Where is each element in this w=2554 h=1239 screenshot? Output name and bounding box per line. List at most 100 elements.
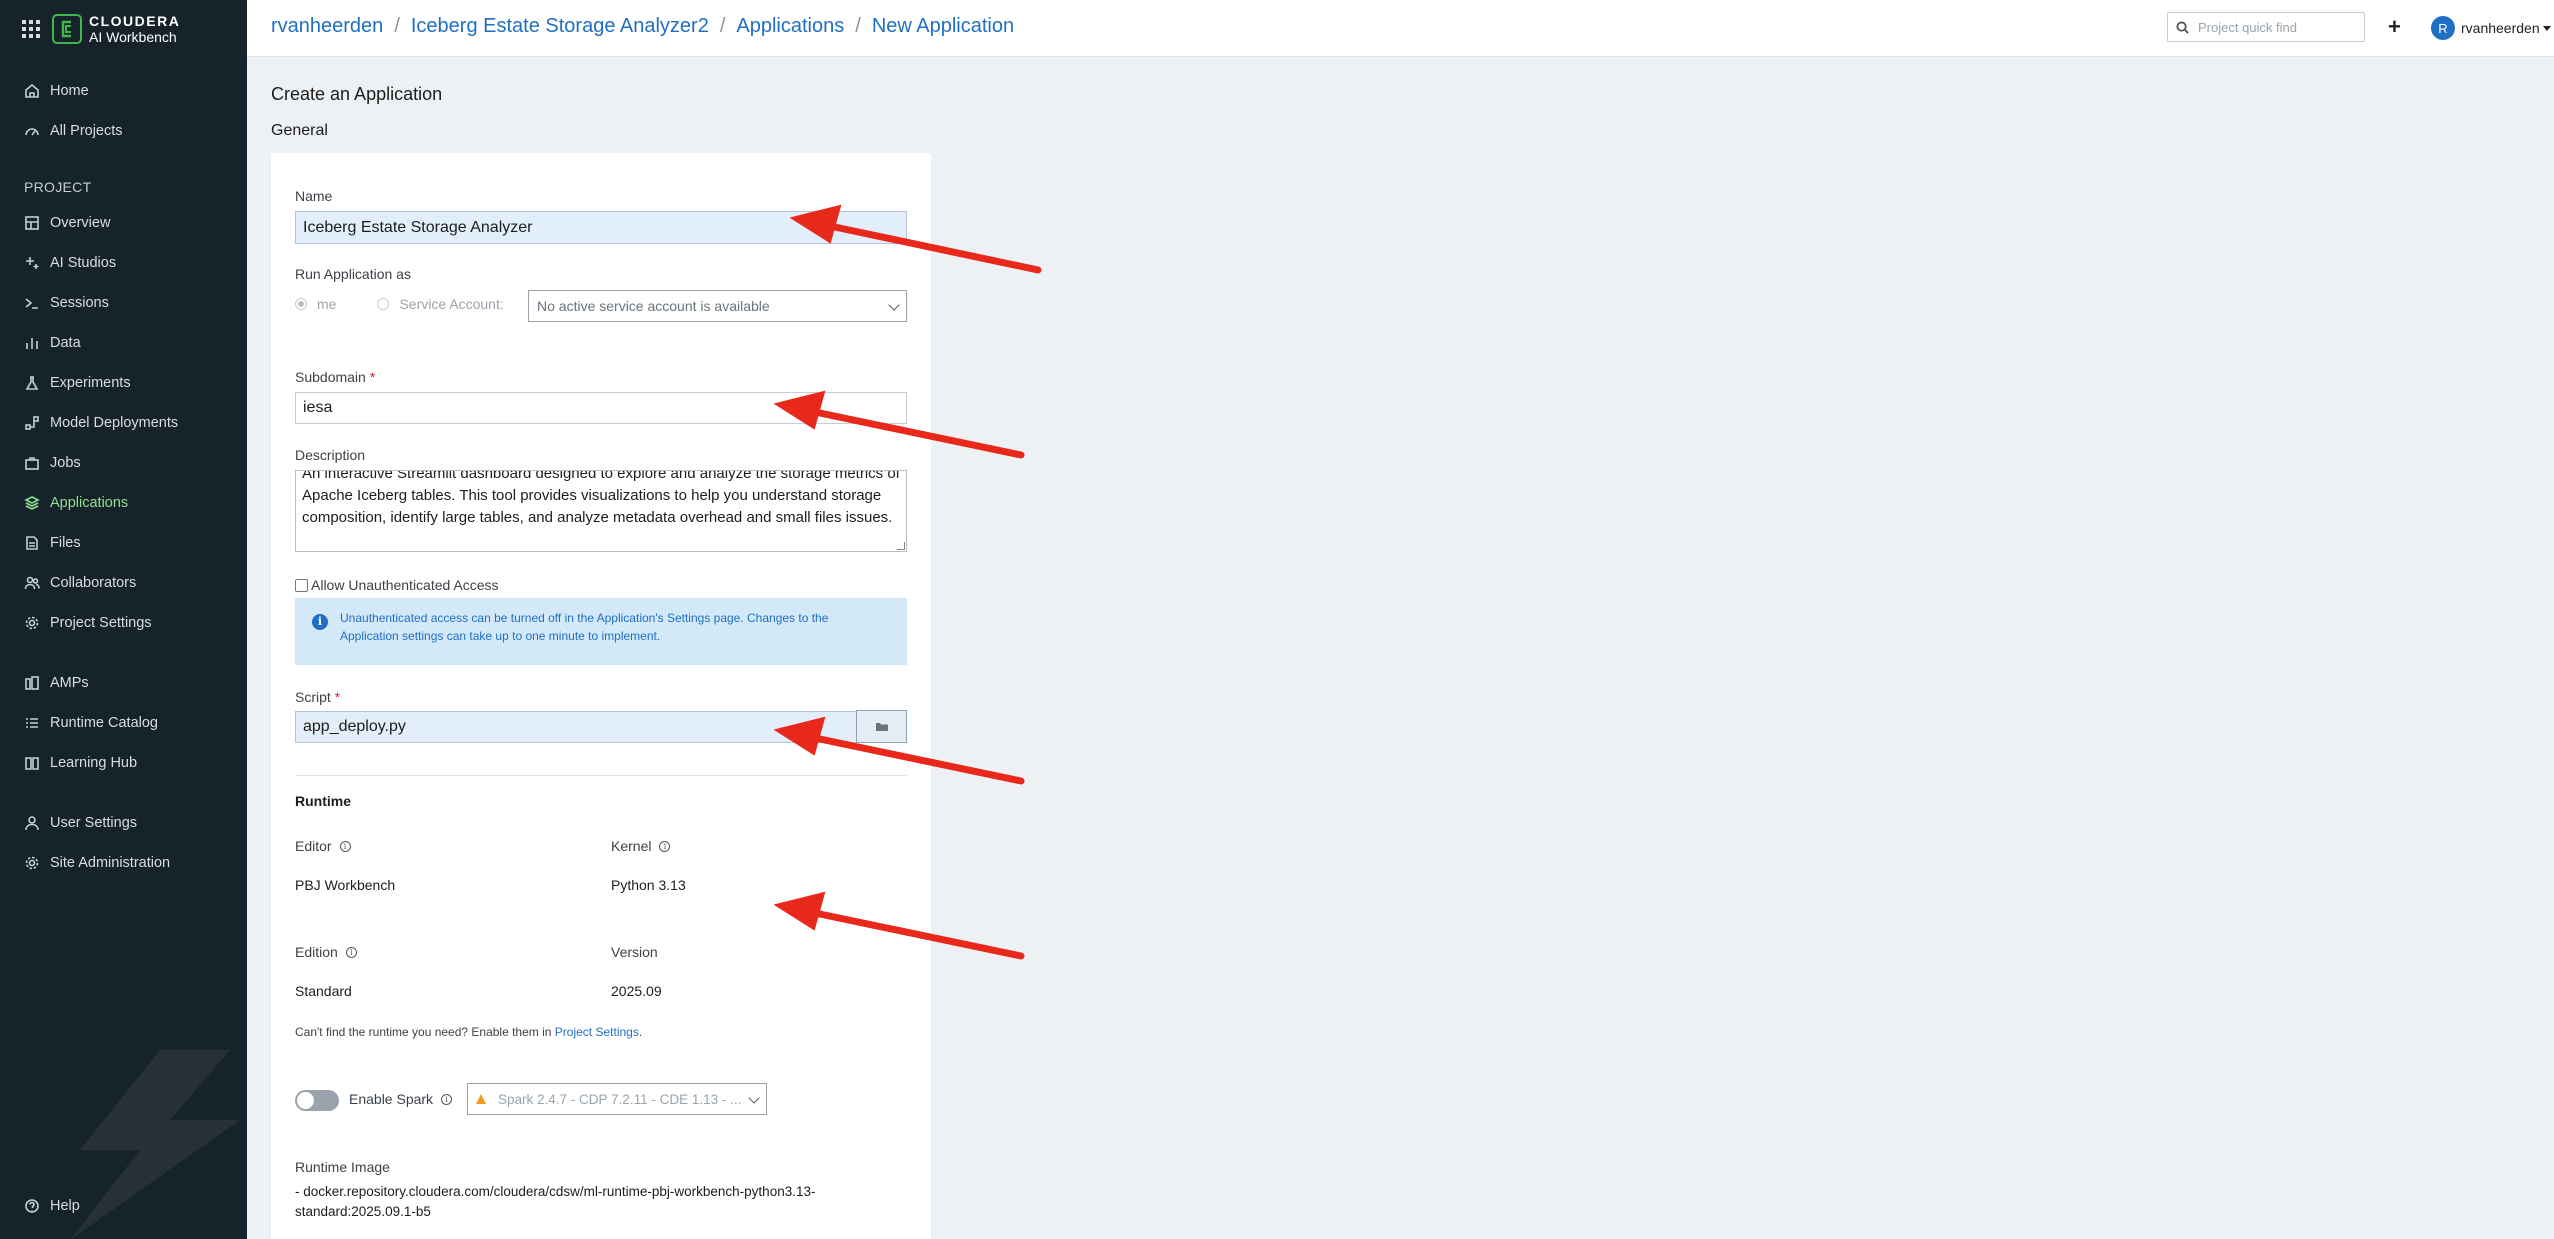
sidebar-item-label: Applications	[50, 495, 129, 511]
file-icon	[26, 536, 38, 550]
browse-files-button[interactable]	[856, 710, 907, 743]
divider	[295, 775, 907, 776]
run-as-me-radio[interactable]	[295, 298, 307, 310]
terminal-icon	[25, 298, 38, 309]
list-icon	[26, 718, 38, 728]
info-icon[interactable]: i	[441, 1093, 453, 1105]
sidebar-item-help[interactable]: Help	[24, 1195, 80, 1217]
folder-icon	[875, 723, 888, 731]
sidebar-item-label: Data	[50, 335, 81, 351]
sidebar-item-user-settings[interactable]: User Settings	[24, 812, 137, 834]
sidebar-item-sessions[interactable]: Sessions	[24, 292, 109, 314]
info-alert-text: Unauthenticated access can be turned off…	[340, 611, 829, 643]
sidebar-item-label: All Projects	[50, 123, 123, 139]
allow-unauth-row: Allow Unauthenticated Access	[295, 577, 499, 593]
sidebar-item-project-settings[interactable]: Project Settings	[24, 612, 152, 634]
cloudera-logo-icon[interactable]	[52, 14, 82, 44]
edition-value: Standard	[295, 983, 352, 999]
info-icon[interactable]: i	[345, 946, 357, 958]
briefcase-icon	[25, 457, 39, 470]
info-alert: i Unauthenticated access can be turned o…	[295, 598, 907, 665]
sidebar-item-jobs[interactable]: Jobs	[24, 452, 81, 474]
breadcrumb-user[interactable]: rvanheerden	[271, 15, 383, 37]
runtime-image-value: - docker.repository.cloudera.com/clouder…	[295, 1184, 816, 1219]
sidebar-item-amps[interactable]: AMPs	[24, 672, 89, 694]
enable-spark-toggle[interactable]	[295, 1090, 339, 1111]
layers-icon	[24, 496, 40, 510]
run-as-service-radio[interactable]	[377, 298, 390, 310]
sidebar-item-label: Model Deployments	[50, 415, 179, 431]
top-header: rvanheerden / Iceberg Estate Storage Analy…	[247, 0, 2554, 57]
sidebar-item-runtime-catalog[interactable]: Runtime Catalog	[24, 712, 158, 734]
version-label: Version	[611, 944, 658, 960]
project-settings-link[interactable]: Project Settings	[555, 1025, 639, 1039]
user-icon	[25, 816, 39, 831]
allow-unauth-checkbox[interactable]	[295, 578, 308, 592]
subdomain-input[interactable]: iesa	[295, 392, 907, 424]
sidebar-item-label: Learning Hub	[50, 755, 138, 771]
sidebar-item-label: AMPs	[50, 675, 89, 691]
editor-label-text: Editor	[295, 838, 332, 854]
info-icon[interactable]: i	[659, 840, 671, 852]
sidebar-item-label: Runtime Catalog	[50, 715, 158, 731]
gear-icon	[25, 856, 39, 870]
script-label-text: Script	[295, 689, 331, 705]
sidebar-item-all-projects[interactable]: All Projects	[24, 120, 123, 142]
required-marker: *	[369, 369, 376, 385]
sidebar-item-label: Experiments	[50, 375, 131, 391]
runtime-note-prefix: Can't find the runtime you need? Enable …	[295, 1025, 555, 1039]
version-label-text: Version	[611, 944, 658, 960]
service-account-value: No active service account is available	[537, 298, 770, 314]
subdomain-input-value: iesa	[303, 399, 333, 416]
sidebar-item-data[interactable]: Data	[24, 332, 81, 354]
app-switcher-icon[interactable]	[22, 20, 40, 38]
breadcrumb-project[interactable]: Iceberg Estate Storage Analyzer2	[411, 15, 709, 37]
project-quick-find-input[interactable]: Project quick find	[2167, 12, 2365, 42]
spark-version-select[interactable]: Spark 2.4.7 - CDP 7.2.11 - CDE 1.13 - ..…	[467, 1083, 767, 1115]
page-title: Create an Application	[271, 84, 443, 104]
brand-name[interactable]: CLOUDERA AI Workbench	[89, 13, 180, 45]
kernel-value: Python 3.13	[611, 877, 686, 893]
info-icon[interactable]: i	[339, 840, 351, 852]
subdomain-label-text: Subdomain	[295, 369, 366, 385]
description-text: An interactive Streamlit dashboard desig…	[302, 470, 900, 526]
sidebar-item-label: Project Settings	[50, 615, 152, 631]
allow-unauth-label[interactable]: Allow Unauthenticated Access	[311, 577, 499, 593]
breadcrumb-separator: /	[394, 15, 400, 37]
gauge-icon	[25, 128, 39, 136]
add-new-button[interactable]: +	[2388, 15, 2401, 39]
home-icon	[25, 83, 39, 98]
sidebar-section-project: PROJECT	[24, 179, 92, 195]
script-input-value: app_deploy.py	[303, 718, 406, 735]
name-input-value: Iceberg Estate Storage Analyzer	[303, 218, 533, 236]
sidebar-item-site-administration[interactable]: Site Administration	[24, 852, 170, 874]
resize-handle-icon[interactable]	[897, 542, 905, 550]
info-icon: i	[312, 614, 328, 630]
sidebar-item-model-deployments[interactable]: Model Deployments	[24, 412, 178, 434]
people-icon	[24, 576, 40, 590]
version-value: 2025.09	[611, 983, 662, 999]
breadcrumb-current[interactable]: New Application	[872, 15, 1014, 37]
sidebar-item-home[interactable]: Home	[24, 80, 89, 102]
sidebar-item-files[interactable]: Files	[24, 532, 81, 554]
user-menu[interactable]: R rvanheerden	[2431, 16, 2551, 40]
sidebar-item-ai-studios[interactable]: AI Studios	[24, 252, 116, 274]
gear-icon	[25, 616, 39, 630]
script-input[interactable]: app_deploy.py	[295, 711, 857, 743]
name-input[interactable]: Iceberg Estate Storage Analyzer	[295, 211, 907, 244]
run-as-me-label: me	[317, 296, 337, 312]
breadcrumb-applications[interactable]: Applications	[736, 15, 844, 37]
runtime-image-label: Runtime Image	[295, 1159, 390, 1175]
sidebar-item-experiments[interactable]: Experiments	[24, 372, 131, 394]
runtime-help-note: Can't find the runtime you need? Enable …	[295, 1025, 642, 1039]
sidebar-item-applications[interactable]: Applications	[24, 492, 128, 514]
sidebar-item-collaborators[interactable]: Collaborators	[24, 572, 136, 594]
spark-version-value: Spark 2.4.7 - CDP 7.2.11 - CDE 1.13 - ..…	[498, 1091, 742, 1107]
service-account-select[interactable]: No active service account is available	[528, 290, 907, 322]
sidebar-item-label: Overview	[50, 215, 111, 231]
description-textarea[interactable]: An interactive Streamlit dashboard desig…	[295, 470, 907, 552]
breadcrumb: rvanheerden / Iceberg Estate Storage Analy…	[271, 15, 1014, 38]
amps-icon	[25, 676, 39, 690]
sidebar-item-learning-hub[interactable]: Learning Hub	[24, 752, 137, 774]
sidebar-item-overview[interactable]: Overview	[24, 212, 110, 234]
